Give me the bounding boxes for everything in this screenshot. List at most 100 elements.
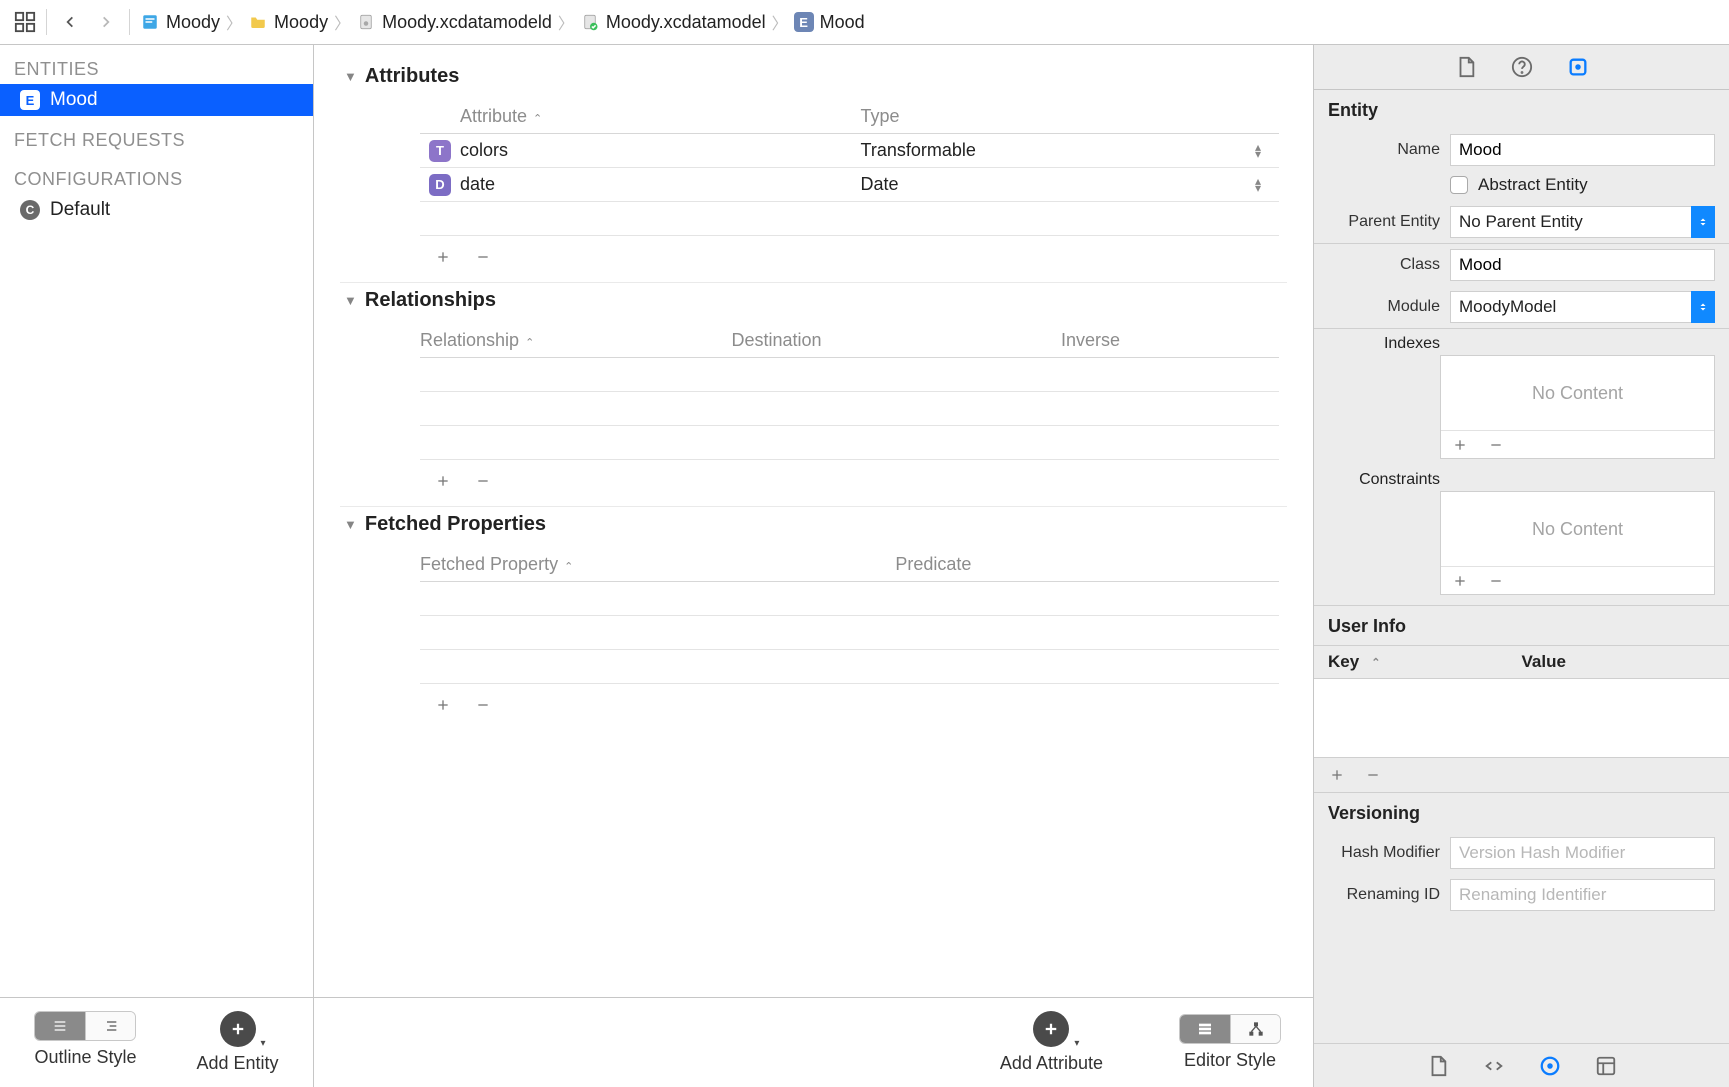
add-attribute-row-button[interactable] — [432, 246, 454, 268]
nav-back-button[interactable] — [57, 9, 83, 35]
sidebar-config-default[interactable]: C Default — [0, 194, 313, 226]
abstract-entity-checkbox[interactable] — [1450, 176, 1468, 194]
add-constraint-button[interactable] — [1449, 570, 1471, 592]
indexes-label: Indexes — [1328, 335, 1440, 353]
table-row-empty: . — [420, 202, 1279, 236]
project-icon — [140, 12, 160, 32]
column-header-predicate[interactable]: Predicate — [895, 554, 1279, 575]
code-snippet-library-tab[interactable] — [1481, 1053, 1507, 1079]
type-stepper[interactable]: ▴▾ — [1255, 178, 1261, 192]
add-attribute-button[interactable]: ▾ — [1033, 1011, 1069, 1047]
crumb-project[interactable]: Moody — [140, 12, 220, 33]
name-label: Name — [1328, 141, 1440, 159]
sidebar-item-label: Mood — [50, 89, 98, 111]
crumb-label: Moody.xcdatamodel — [606, 12, 766, 33]
dropdown-caret-icon: ▾ — [1074, 1038, 1079, 1049]
add-relationship-row-button[interactable] — [432, 470, 454, 492]
userinfo-key-column[interactable]: Key — [1328, 652, 1359, 672]
userinfo-table-body[interactable] — [1314, 679, 1729, 757]
chevron-right-icon: 〉 — [772, 10, 788, 34]
sidebar-header-configurations: CONFIGURATIONS — [0, 155, 313, 194]
add-attribute-label: Add Attribute — [1000, 1053, 1103, 1074]
column-header-fetched-property[interactable]: Fetched Property⌃ — [420, 554, 895, 575]
class-name-input[interactable] — [1450, 249, 1715, 281]
attribute-name[interactable]: colors — [460, 140, 861, 161]
data-model-inspector-tab[interactable] — [1565, 54, 1591, 80]
library-tabs — [1314, 1043, 1729, 1087]
crumb-label: Moody.xcdatamodeld — [382, 12, 552, 33]
renaming-id-input[interactable] — [1450, 879, 1715, 911]
remove-userinfo-button[interactable] — [1362, 764, 1384, 786]
remove-constraint-button[interactable] — [1485, 570, 1507, 592]
add-index-button[interactable] — [1449, 434, 1471, 456]
select-arrows-icon — [1691, 291, 1715, 323]
type-stepper[interactable]: ▴▾ — [1255, 144, 1261, 158]
dropdown-caret-icon: ▾ — [260, 1038, 265, 1049]
editor-style-segmented[interactable] — [1179, 1014, 1281, 1044]
sort-indicator-icon: ⌃ — [533, 113, 542, 125]
outline-style-hierarchy-button[interactable] — [85, 1012, 135, 1040]
no-content-label: No Content — [1441, 356, 1714, 430]
attributes-table: Attribute⌃ Type T colors Transformable ▴… — [420, 100, 1279, 268]
add-userinfo-button[interactable] — [1326, 764, 1348, 786]
userinfo-value-column[interactable]: Value — [1522, 652, 1716, 672]
media-library-tab[interactable] — [1593, 1053, 1619, 1079]
module-select[interactable]: MoodyModel — [1450, 291, 1715, 323]
outline-style-label: Outline Style — [34, 1047, 136, 1068]
folder-icon — [248, 12, 268, 32]
section-header-relationships[interactable]: ▼ Relationships — [340, 289, 1287, 312]
fetched-properties-table: Fetched Property⌃ Predicate . . . — [420, 548, 1279, 716]
object-library-tab[interactable] — [1537, 1053, 1563, 1079]
remove-fetched-property-row-button[interactable] — [472, 694, 494, 716]
parent-entity-select[interactable]: No Parent Entity — [1450, 206, 1715, 238]
attribute-type[interactable]: Transformable — [861, 140, 976, 161]
attribute-name[interactable]: date — [460, 174, 861, 195]
sort-indicator-icon: ⌃ — [525, 337, 534, 349]
remove-index-button[interactable] — [1485, 434, 1507, 456]
editor-style-graph-button[interactable] — [1230, 1015, 1280, 1043]
constraints-well[interactable]: No Content — [1440, 491, 1715, 595]
section-title: Attributes — [365, 65, 459, 88]
sort-indicator-icon: ⌃ — [564, 561, 573, 573]
parent-entity-label: Parent Entity — [1328, 213, 1440, 231]
entity-name-input[interactable] — [1450, 134, 1715, 166]
transformable-type-icon: T — [429, 140, 451, 162]
userinfo-table-header: Key⌃ Value — [1314, 645, 1729, 679]
remove-attribute-row-button[interactable] — [472, 246, 494, 268]
section-header-fetched-properties[interactable]: ▼ Fetched Properties — [340, 513, 1287, 536]
attribute-type[interactable]: Date — [861, 174, 899, 195]
column-header-attribute[interactable]: Attribute⌃ — [460, 106, 861, 127]
quick-help-inspector-tab[interactable] — [1509, 54, 1535, 80]
crumb-folder[interactable]: Moody — [248, 12, 328, 33]
section-header-attributes[interactable]: ▼ Attributes — [340, 65, 1287, 88]
outline-style-segmented[interactable] — [34, 1011, 136, 1041]
disclosure-triangle-icon: ▼ — [344, 69, 357, 84]
crumb-datamodel[interactable]: Moody.xcdatamodel — [580, 12, 766, 33]
add-fetched-property-row-button[interactable] — [432, 694, 454, 716]
crumb-datamodel-d[interactable]: Moody.xcdatamodeld — [356, 12, 552, 33]
inspector-section-entity: Entity — [1314, 90, 1729, 129]
column-header-relationship[interactable]: Relationship⌃ — [420, 330, 731, 351]
constraints-label: Constraints — [1328, 471, 1440, 489]
hash-modifier-input[interactable] — [1450, 837, 1715, 869]
attribute-row[interactable]: T colors Transformable ▴▾ — [420, 134, 1279, 168]
file-template-library-tab[interactable] — [1425, 1053, 1451, 1079]
related-items-icon[interactable] — [14, 11, 36, 33]
column-header-destination[interactable]: Destination — [731, 330, 1060, 351]
file-inspector-tab[interactable] — [1453, 54, 1479, 80]
attribute-row[interactable]: D date Date ▴▾ — [420, 168, 1279, 202]
crumb-label: Moody — [166, 12, 220, 33]
sidebar-entity-mood[interactable]: E Mood — [0, 84, 313, 116]
nav-forward-button[interactable] — [93, 9, 119, 35]
column-header-inverse[interactable]: Inverse — [1061, 330, 1279, 351]
datamodel-file-icon — [580, 12, 600, 32]
editor-style-table-button[interactable] — [1180, 1015, 1230, 1043]
remove-relationship-row-button[interactable] — [472, 470, 494, 492]
disclosure-triangle-icon: ▼ — [344, 293, 357, 308]
indexes-well[interactable]: No Content — [1440, 355, 1715, 459]
crumb-entity[interactable]: E Mood — [794, 12, 865, 33]
column-header-type[interactable]: Type — [861, 106, 1280, 127]
outline-style-list-button[interactable] — [35, 1012, 85, 1040]
configuration-icon: C — [20, 200, 40, 220]
add-entity-button[interactable]: ▾ — [220, 1011, 256, 1047]
